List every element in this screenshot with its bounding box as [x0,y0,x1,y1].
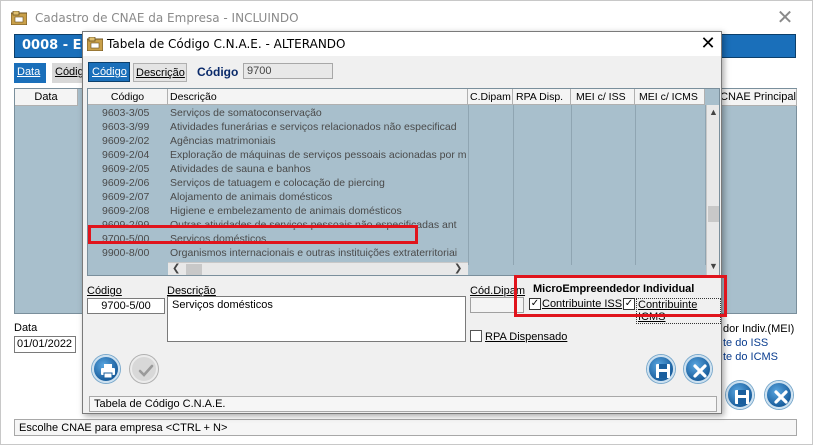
scroll-right-icon[interactable]: ❯ [454,263,462,274]
table-row[interactable]: 9603-3/99 Atividades funerárias e serviço… [88,120,468,134]
rpa-dispensado-label[interactable]: RPA Dispensado [485,331,567,343]
column-header-mei-iss[interactable]: MEI c/ ISS [571,89,635,105]
scroll-left-icon[interactable]: ❮ [172,263,180,274]
printer-icon [101,364,115,379]
column-divider [571,105,572,265]
scroll-thumb[interactable] [186,264,202,275]
row-description: Alojamento de animais domésticos [170,191,333,203]
grid-header-data[interactable]: Data [15,89,78,106]
table-row[interactable]: 9900-8/00 Organismos internacionais e out… [88,246,468,260]
table-row[interactable]: 9603-3/05 Serviços de somatoconservação [88,106,468,120]
cnae-grid[interactable]: Código Descrição C.Dipam RPA Disp. MEI c… [87,88,720,276]
row-code: 9603-3/05 [102,107,150,119]
app-icon [11,11,27,25]
exit-button[interactable] [684,355,712,383]
table-row[interactable]: 9609-2/08 Higiene e embelezamento de anim… [88,204,468,218]
company-code: 0008 - E [22,38,82,53]
highlight-selected-row [88,225,418,244]
codigo-label: Código [87,285,122,297]
outer-title-bar: Cadastro de CNAE da Empresa - INCLUINDO … [1,1,812,31]
outer-close-icon[interactable]: ✕ [775,7,795,27]
print-button[interactable] [92,355,120,383]
rpa-dispensado-checkbox[interactable] [470,330,482,342]
table-row[interactable]: 9609-2/07 Alojamento de animais doméstico… [88,190,468,204]
cnae-table-dialog: Tabela de Código C.N.A.E. - ALTERANDO ✕ … [82,31,722,414]
dialog-title: Tabela de Código C.N.A.E. - ALTERANDO [107,37,346,51]
column-header-codigo[interactable]: Código [88,89,168,105]
contribuinte-iss-label[interactable]: te do ISS [723,336,794,350]
outer-exit-button[interactable] [765,381,793,409]
outer-window-title: Cadastro de CNAE da Empresa - INCLUINDO [35,11,299,25]
table-row[interactable]: 9609-2/06 Serviços de tatuagem e colocaçã… [88,176,468,190]
column-header-rpa[interactable]: RPA Disp. [513,89,571,105]
row-description: Serviços de somatoconservação [170,107,322,119]
outer-save-button[interactable] [726,381,754,409]
scroll-up-icon[interactable]: ▲ [709,107,718,117]
search-input[interactable]: 9700 [243,63,333,79]
floppy-icon [735,390,749,404]
row-description: Organismos internacionais e outras insti… [170,247,458,259]
row-code: 9609-2/05 [102,163,150,175]
row-description: Higiene e embelezamento de animais domés… [170,205,402,217]
app-icon [87,37,103,51]
table-row[interactable]: 9609-2/05 Atividades de sauna e banhos [88,162,468,176]
contribuinte-icms-label[interactable]: te do ICMS [723,350,794,364]
vertical-scrollbar[interactable]: ▲ ▼ [706,105,719,275]
check-icon [138,364,154,377]
column-header-cdipam[interactable]: C.Dipam [468,89,513,105]
horizontal-scrollbar[interactable]: ❮ ❯ [168,262,468,275]
row-code: 9609-2/06 [102,177,150,189]
row-code: 9609-2/04 [102,149,150,161]
scroll-down-icon[interactable]: ▼ [709,261,718,271]
highlight-mei-group [514,275,727,317]
column-header-mei-icms[interactable]: MEI c/ ICMS [635,89,705,105]
column-divider [513,105,514,265]
row-code: 9900-8/00 [102,247,150,259]
scroll-thumb[interactable] [708,206,719,222]
tab-descricao[interactable]: Descrição [133,63,187,82]
dialog-close-icon[interactable]: ✕ [699,34,717,54]
dialog-status-bar: Tabela de Código C.N.A.E. [89,396,717,412]
grid-header-cnae-principal[interactable]: CNAE Principal [720,89,797,106]
row-description: Atividades de sauna e banhos [170,163,311,175]
confirm-button[interactable] [130,355,158,383]
column-divider [635,105,636,265]
data-label: Data [14,322,38,334]
search-label: Código [197,65,239,79]
tab-data[interactable]: Data [14,63,46,83]
table-row[interactable]: 9609-2/04 Exploração de máquinas de servi… [88,148,468,162]
row-description: Atividades funerárias e serviços relacio… [170,121,457,133]
outer-status-bar: Escolhe CNAE para empresa <CTRL + N> [14,419,797,436]
mei-label: dor Indiv.(MEI) [723,323,795,335]
data-input[interactable]: 01/01/2022 [14,336,76,353]
column-header-descricao[interactable]: Descrição [168,89,468,105]
close-icon [774,390,788,404]
codigo-input[interactable]: 9700-5/00 [87,298,165,314]
row-description: Exploração de máquinas de serviços pesso… [170,149,467,161]
floppy-icon [656,364,670,378]
close-icon [693,364,707,378]
row-description: Serviços de tatuagem e colocação de pier… [170,177,385,189]
row-code: 9609-2/07 [102,191,150,203]
dialog-title-bar: Tabela de Código C.N.A.E. - ALTERANDO ✕ [83,32,721,56]
column-divider [468,105,469,265]
row-code: 9603-3/99 [102,121,150,133]
table-row[interactable]: 9609-2/02 Agências matrimoniais [88,134,468,148]
descricao-textarea[interactable]: Serviços domésticos [167,296,466,342]
row-code: 9609-2/08 [102,205,150,217]
save-button[interactable] [647,355,675,383]
tab-codigo[interactable]: Código [88,62,130,82]
outer-mei-options: dor Indiv.(MEI) te do ISS te do ICMS [723,322,794,364]
row-description: Agências matrimoniais [170,135,276,147]
row-code: 9609-2/02 [102,135,150,147]
